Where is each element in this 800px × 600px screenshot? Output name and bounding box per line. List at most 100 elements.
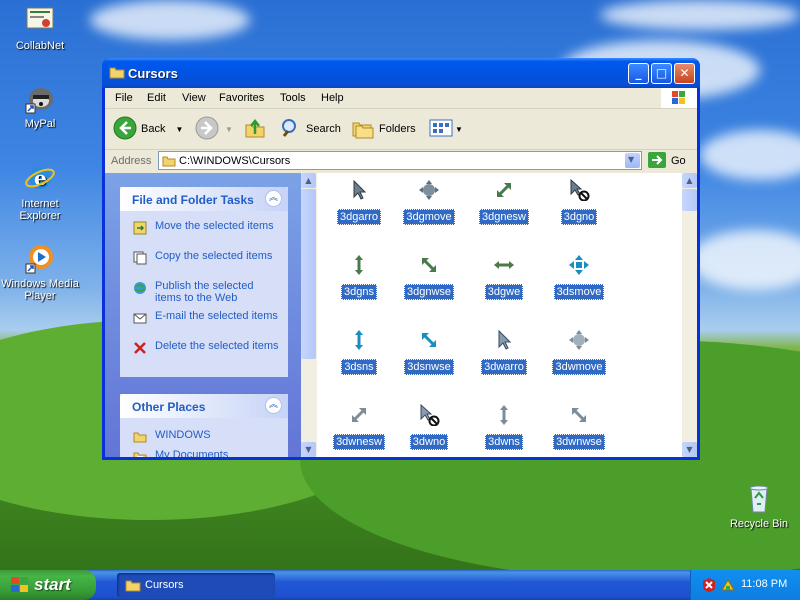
scroll-down-button[interactable]: ▼ xyxy=(682,442,697,457)
back-button[interactable]: Back ▼ xyxy=(113,116,183,141)
title-bar[interactable]: Cursors _ □ ✕ xyxy=(102,58,700,88)
menu-tools[interactable]: Tools xyxy=(280,92,306,104)
collapse-icon[interactable]: ︽ xyxy=(265,397,282,414)
task-email[interactable]: E-mail the selected items xyxy=(120,309,288,339)
place-windows[interactable]: WINDOWS xyxy=(120,428,288,448)
desktop-icon-collabnet[interactable]: CollabNet xyxy=(0,4,80,52)
scroll-down-button[interactable]: ▼ xyxy=(301,442,316,457)
security-alert-icon[interactable] xyxy=(701,577,717,596)
scroll-thumb[interactable] xyxy=(682,189,697,211)
media-player-icon xyxy=(24,242,56,274)
file-item[interactable]: 3dgmove xyxy=(394,173,464,243)
desktop-icon-internet-explorer[interactable]: e Internet Explorer xyxy=(0,162,80,222)
folder-icon xyxy=(162,154,176,170)
collapse-icon[interactable]: ︽ xyxy=(265,190,282,207)
maximize-button[interactable]: □ xyxy=(651,63,672,84)
folder-icon xyxy=(109,65,125,82)
search-icon xyxy=(279,116,303,143)
desktop-icon-label: MyPal xyxy=(24,118,56,130)
search-button[interactable]: Search xyxy=(279,117,341,141)
file-item[interactable]: 3dwarro xyxy=(469,323,539,393)
file-view: 3dgarro 3dgmove 3dgnesw 3dgno 3dgns 3dgn… xyxy=(317,173,682,457)
address-label: Address xyxy=(111,155,152,167)
task-pane-scrollbar[interactable]: ▲ ▼ xyxy=(301,173,317,457)
address-input[interactable]: C:\WINDOWS\Cursors ▼ xyxy=(158,151,642,170)
taskbar-window-button[interactable]: Cursors xyxy=(117,573,275,597)
task-move[interactable]: Move the selected items xyxy=(120,219,288,249)
desktop-icon-recycle-bin[interactable]: Recycle Bin xyxy=(719,482,799,530)
move-cursor-icon xyxy=(418,179,440,201)
forward-button[interactable]: ▼ xyxy=(195,116,233,143)
task-delete[interactable]: Delete the selected items xyxy=(120,339,288,369)
file-name: 3dgns xyxy=(341,284,377,300)
file-item[interactable]: 3dsnwse xyxy=(394,323,464,393)
maximize-icon: □ xyxy=(655,66,668,80)
file-item[interactable]: 3dgno xyxy=(544,173,614,243)
clock: 11:08 PM xyxy=(741,578,788,590)
window-client: File Edit View Favorites Tools Help Back… xyxy=(105,88,697,457)
file-item[interactable]: 3dgnwse xyxy=(394,248,464,318)
task-copy[interactable]: Copy the selected items xyxy=(120,249,288,279)
file-name: 3dwmove xyxy=(552,359,606,375)
start-button[interactable]: start xyxy=(0,570,96,600)
minimize-button[interactable]: _ xyxy=(628,63,649,84)
network-icon[interactable] xyxy=(720,577,736,596)
views-dropdown-icon[interactable]: ▼ xyxy=(455,125,463,134)
back-dropdown-icon[interactable]: ▼ xyxy=(175,125,183,134)
folders-button[interactable]: Folders xyxy=(351,117,416,141)
close-button[interactable]: ✕ xyxy=(674,63,695,84)
scroll-thumb[interactable] xyxy=(301,189,316,359)
task-publish[interactable]: Publish the selected items to the Web xyxy=(120,279,288,309)
resize-nwse-cursor-icon xyxy=(418,329,440,351)
desktop-icon-label: Windows Media Player xyxy=(1,278,79,302)
file-item[interactable]: 3dwmove xyxy=(544,323,614,393)
file-item[interactable]: 3dsmove xyxy=(544,248,614,318)
file-item[interactable]: 3dwns xyxy=(469,398,539,457)
recycle-bin-icon xyxy=(743,482,775,514)
resize-nesw-cursor-icon xyxy=(493,179,515,201)
my-documents-icon xyxy=(133,450,147,457)
scroll-up-button[interactable]: ▲ xyxy=(301,173,316,188)
desktop-icon-label: Internet Explorer xyxy=(19,198,61,222)
windows-logo-icon xyxy=(661,88,697,108)
forward-arrow-icon xyxy=(195,116,219,143)
file-item[interactable]: 3dgwe xyxy=(469,248,539,318)
move-cursor-icon xyxy=(568,254,590,276)
explorer-window[interactable]: Cursors _ □ ✕ File Edit View Favorites T… xyxy=(102,58,700,460)
raccoon-icon xyxy=(24,82,56,114)
menu-file[interactable]: File xyxy=(115,92,133,104)
file-item[interactable]: 3dgns xyxy=(324,248,394,318)
start-label: start xyxy=(34,575,71,594)
views-button[interactable]: ▼ xyxy=(429,117,463,141)
scroll-up-button[interactable]: ▲ xyxy=(682,173,697,188)
file-item[interactable]: 3dwnwse xyxy=(544,398,614,457)
panel-header[interactable]: File and Folder Tasks ︽ xyxy=(120,187,288,211)
windows-flag-icon xyxy=(10,576,30,599)
go-button[interactable]: Go xyxy=(647,151,686,171)
file-name: 3dwno xyxy=(409,434,449,450)
menu-help[interactable]: Help xyxy=(321,92,344,104)
panel-header[interactable]: Other Places ︽ xyxy=(120,394,288,418)
file-item[interactable]: 3dwno xyxy=(394,398,464,457)
file-item[interactable]: 3dgarro xyxy=(324,173,394,243)
resize-nwse-cursor-icon xyxy=(568,404,590,426)
forward-dropdown-icon[interactable]: ▼ xyxy=(225,125,233,134)
file-name: 3dsnwse xyxy=(404,359,454,375)
desktop-icon-windows-media-player[interactable]: Windows Media Player xyxy=(0,242,80,302)
address-dropdown-button[interactable]: ▼ xyxy=(625,153,640,168)
up-folder-button[interactable] xyxy=(243,117,267,141)
menu-view[interactable]: View xyxy=(182,92,206,104)
file-item[interactable]: 3dsns xyxy=(324,323,394,393)
file-name: 3dwnesw xyxy=(333,434,385,450)
file-item[interactable]: 3dgnesw xyxy=(469,173,539,243)
file-name: 3dsns xyxy=(341,359,377,375)
file-view-scrollbar[interactable]: ▲ ▼ xyxy=(682,173,697,457)
desktop-icon-label: Recycle Bin xyxy=(729,518,789,530)
menu-favorites[interactable]: Favorites xyxy=(219,92,264,104)
address-value: C:\WINDOWS\Cursors xyxy=(179,155,291,167)
place-my-documents[interactable]: My Documents xyxy=(120,448,288,457)
menu-edit[interactable]: Edit xyxy=(147,92,166,104)
desktop-icon-mypal[interactable]: MyPal xyxy=(0,82,80,130)
file-item[interactable]: 3dwnesw xyxy=(324,398,394,457)
file-name: 3dwns xyxy=(485,434,523,450)
